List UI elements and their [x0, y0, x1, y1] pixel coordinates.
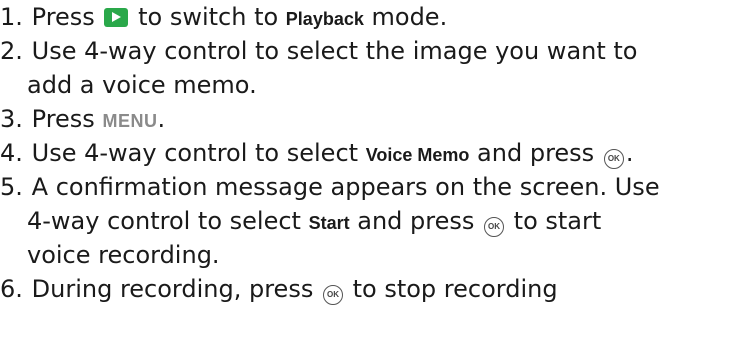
step-number: 6.	[0, 275, 23, 303]
ok-button-icon: OK	[603, 149, 624, 169]
step-text: to stop recording	[352, 275, 558, 303]
step-2-continuation: add a voice memo.	[27, 71, 257, 99]
step-5-continuation: 4-way control to select Start and press …	[27, 204, 601, 240]
step-2: 2. Use 4-way control to select the image…	[0, 34, 638, 68]
step-number: 3.	[0, 105, 23, 133]
step-number: 4.	[0, 139, 23, 167]
step-text: to switch to	[138, 3, 279, 31]
step-text: Use 4-way control to select	[31, 139, 359, 167]
step-text: .	[157, 105, 166, 133]
ui-label-menu: MENU	[102, 111, 158, 131]
step-text: Press	[31, 3, 95, 31]
ok-button-icon: OK	[322, 285, 343, 305]
step-number: 2.	[0, 37, 23, 65]
step-number: 5.	[0, 173, 23, 201]
step-1: 1. Press to switch to Playback mode.	[0, 0, 447, 36]
instruction-list: 1. Press to switch to Playback mode. 2. …	[0, 0, 733, 340]
ui-label-start: Start	[308, 213, 350, 233]
step-5: 5. A confirmation message appears on the…	[0, 170, 660, 204]
step-text: 4-way control to select	[27, 207, 301, 235]
step-4: 4. Use 4-way control to select Voice Mem…	[0, 136, 633, 172]
step-text: A confirmation message appears on the sc…	[31, 173, 660, 201]
step-text: Press	[31, 105, 95, 133]
step-text: and press	[357, 207, 475, 235]
step-text: .	[625, 139, 634, 167]
ui-label-playback: Playback	[285, 9, 364, 29]
ui-label-voice-memo: Voice Memo	[365, 145, 470, 165]
step-text: Use 4-way control to select the image yo…	[31, 37, 638, 65]
step-5-continuation-2: voice recording.	[27, 241, 220, 269]
ok-button-icon: OK	[484, 217, 505, 237]
step-text: During recording, press	[31, 275, 314, 303]
step-text: mode.	[371, 3, 448, 31]
step-text: and press	[477, 139, 595, 167]
step-text: to start	[513, 207, 602, 235]
playback-icon	[104, 8, 129, 27]
step-3: 3. Press MENU.	[0, 102, 165, 138]
step-6: 6. During recording, press OK to stop re…	[0, 272, 558, 306]
step-number: 1.	[0, 3, 23, 31]
